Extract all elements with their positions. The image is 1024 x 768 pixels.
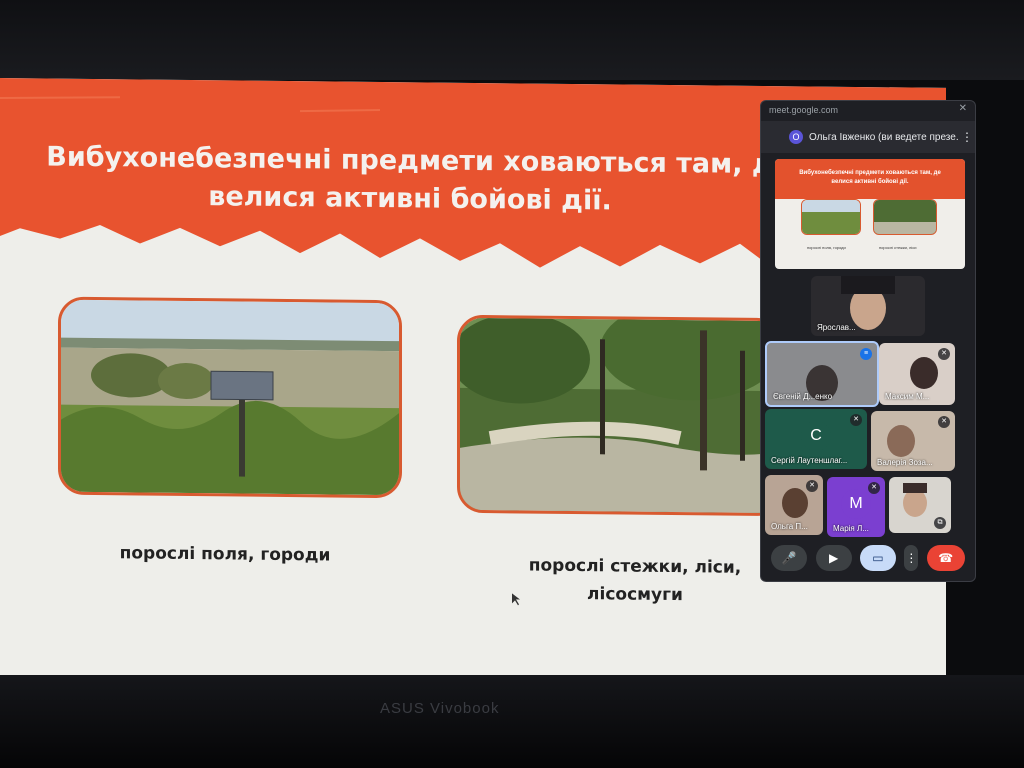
camera-icon[interactable]: ▶ — [815, 545, 852, 571]
participant-name: Ярослав... — [817, 323, 856, 332]
participant-tile-maksym[interactable]: ✕ Максим М... — [879, 343, 955, 405]
slide-title-line1: Вибухонебезпечні предмети ховаються там,… — [46, 141, 774, 181]
presenter-label: Ольга Івженко (ви ведете презе... — [809, 131, 959, 143]
laptop-bezel-bottom — [0, 675, 1024, 768]
window-close-icon[interactable]: ✕ — [959, 103, 967, 114]
participant-name: Сергій Лаутеншлаг... — [771, 456, 848, 465]
participant-avatar: С — [801, 421, 831, 451]
pip-icon[interactable]: ⧉ — [934, 517, 946, 529]
participant-tile-valeriia[interactable]: ✕ Валерія Зоза... — [871, 411, 955, 471]
mic-off-icon: ✕ — [938, 416, 950, 428]
participant-name: Валерія Зоза... — [877, 458, 933, 467]
photo-field — [58, 296, 402, 499]
participant-tile-serhii[interactable]: С ✕ Сергій Лаутеншлаг... — [765, 409, 867, 469]
presenter-avatar: O — [789, 130, 803, 144]
participant-tile-olha[interactable]: ✕ Ольга П... — [765, 475, 823, 535]
participant-tile-yaroslav[interactable]: Ярослав... — [811, 276, 925, 336]
laptop-brand: ASUS Vivobook — [380, 700, 500, 717]
participant-tile-yevhenii[interactable]: ≡ Євгеній Д...енко — [765, 341, 879, 407]
participant-name: Марія Л... — [833, 524, 869, 533]
more-vert-icon[interactable]: ⋮ — [904, 545, 919, 571]
slide-title: Вибухонебезпечні предмети ховаються там,… — [20, 138, 800, 222]
presenter-more-icon[interactable]: ⋮ — [961, 130, 973, 144]
meet-floating-window[interactable]: meet.google.com ✕ O Ольга Івженко (ви ве… — [760, 100, 976, 582]
mic-off-icon: ✕ — [938, 348, 950, 360]
participant-name: Ольга П... — [771, 522, 808, 531]
photo-forest-path — [457, 314, 783, 517]
mic-off-icon: ✕ — [806, 480, 818, 492]
preview-title-line1: Вибухонебезпечні предмети ховаються там,… — [799, 170, 941, 176]
preview-title: Вибухонебезпечні предмети ховаються там,… — [795, 169, 945, 187]
mic-icon[interactable]: 🎤 — [771, 545, 808, 571]
call-controls: 🎤 ▶ ▭ ⋮ ☎ — [761, 541, 975, 575]
preview-title-line2: велися активні бойові дії. — [831, 179, 909, 185]
preview-caption1: порослі поля, городи — [807, 245, 846, 250]
preview-photo-forest — [873, 199, 937, 235]
mouse-cursor-icon — [512, 593, 520, 606]
participant-avatar: М — [841, 489, 871, 519]
present-screen-icon[interactable]: ▭ — [859, 545, 896, 571]
participant-name: Максим М... — [885, 392, 930, 401]
mic-off-icon: ✕ — [850, 414, 862, 426]
mic-off-icon: ✕ — [868, 482, 880, 494]
caption-fields: порослі поля, городи — [119, 543, 331, 566]
phone-hangup-icon[interactable]: ☎ — [926, 545, 965, 571]
presentation-preview[interactable]: Вибухонебезпечні предмети ховаються там,… — [775, 159, 965, 269]
laptop-bezel-top — [0, 0, 1024, 80]
meet-url: meet.google.com — [769, 105, 839, 115]
participant-tile-self[interactable]: ⧉ — [889, 477, 951, 533]
preview-photo-field — [801, 199, 861, 235]
preview-caption2: порослі стежки, ліси — [879, 245, 917, 250]
caption-paths-line1: порослі стежки, ліси, — [528, 555, 742, 578]
caption-paths: порослі стежки, ліси, лісосмуги — [505, 551, 765, 610]
presenter-bar[interactable]: O Ольга Івженко (ви ведете презе... ⋮ — [761, 121, 975, 153]
speaking-indicator-icon: ≡ — [860, 348, 872, 360]
caption-paths-line2: лісосмуги — [587, 584, 683, 606]
participant-tile-mariia[interactable]: М ✕ Марія Л... — [827, 477, 885, 537]
participant-name: Євгеній Д...енко — [773, 392, 833, 401]
